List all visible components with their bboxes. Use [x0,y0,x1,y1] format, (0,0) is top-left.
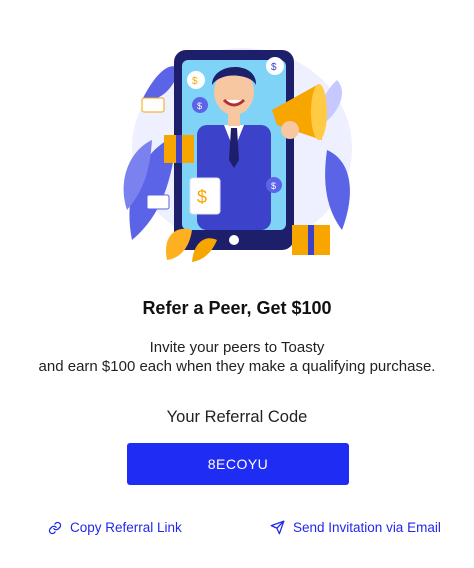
link-icon [48,521,62,535]
send-invitation-button[interactable]: Send Invitation via Email [270,520,441,535]
description-line-1: Invite your peers to Toasty [149,339,325,356]
svg-text:$: $ [197,187,207,207]
referral-code-label: Your Referral Code [166,408,308,426]
copy-referral-link-label: Copy Referral Link [70,520,182,535]
referral-code-button[interactable]: 8ECOYU [127,443,349,485]
description: Invite your peers to Toasty and earn $10… [0,338,474,376]
paper-plane-icon [270,520,285,535]
referral-code-value: 8ECOYU [207,456,269,472]
svg-text:$: $ [192,76,198,87]
referral-page: $ $ $ $ $ Refer a Peer, Get $100 Invite … [0,0,474,568]
send-invitation-label: Send Invitation via Email [293,520,441,535]
page-title: Refer a Peer, Get $100 [142,298,332,318]
svg-text:$: $ [271,181,276,191]
referral-illustration: $ $ $ $ $ [123,48,352,262]
svg-text:$: $ [197,101,202,111]
copy-referral-link-button[interactable]: Copy Referral Link [48,520,182,535]
svg-text:$: $ [271,62,277,73]
description-line-2: and earn $100 each when they make a qual… [38,358,436,375]
